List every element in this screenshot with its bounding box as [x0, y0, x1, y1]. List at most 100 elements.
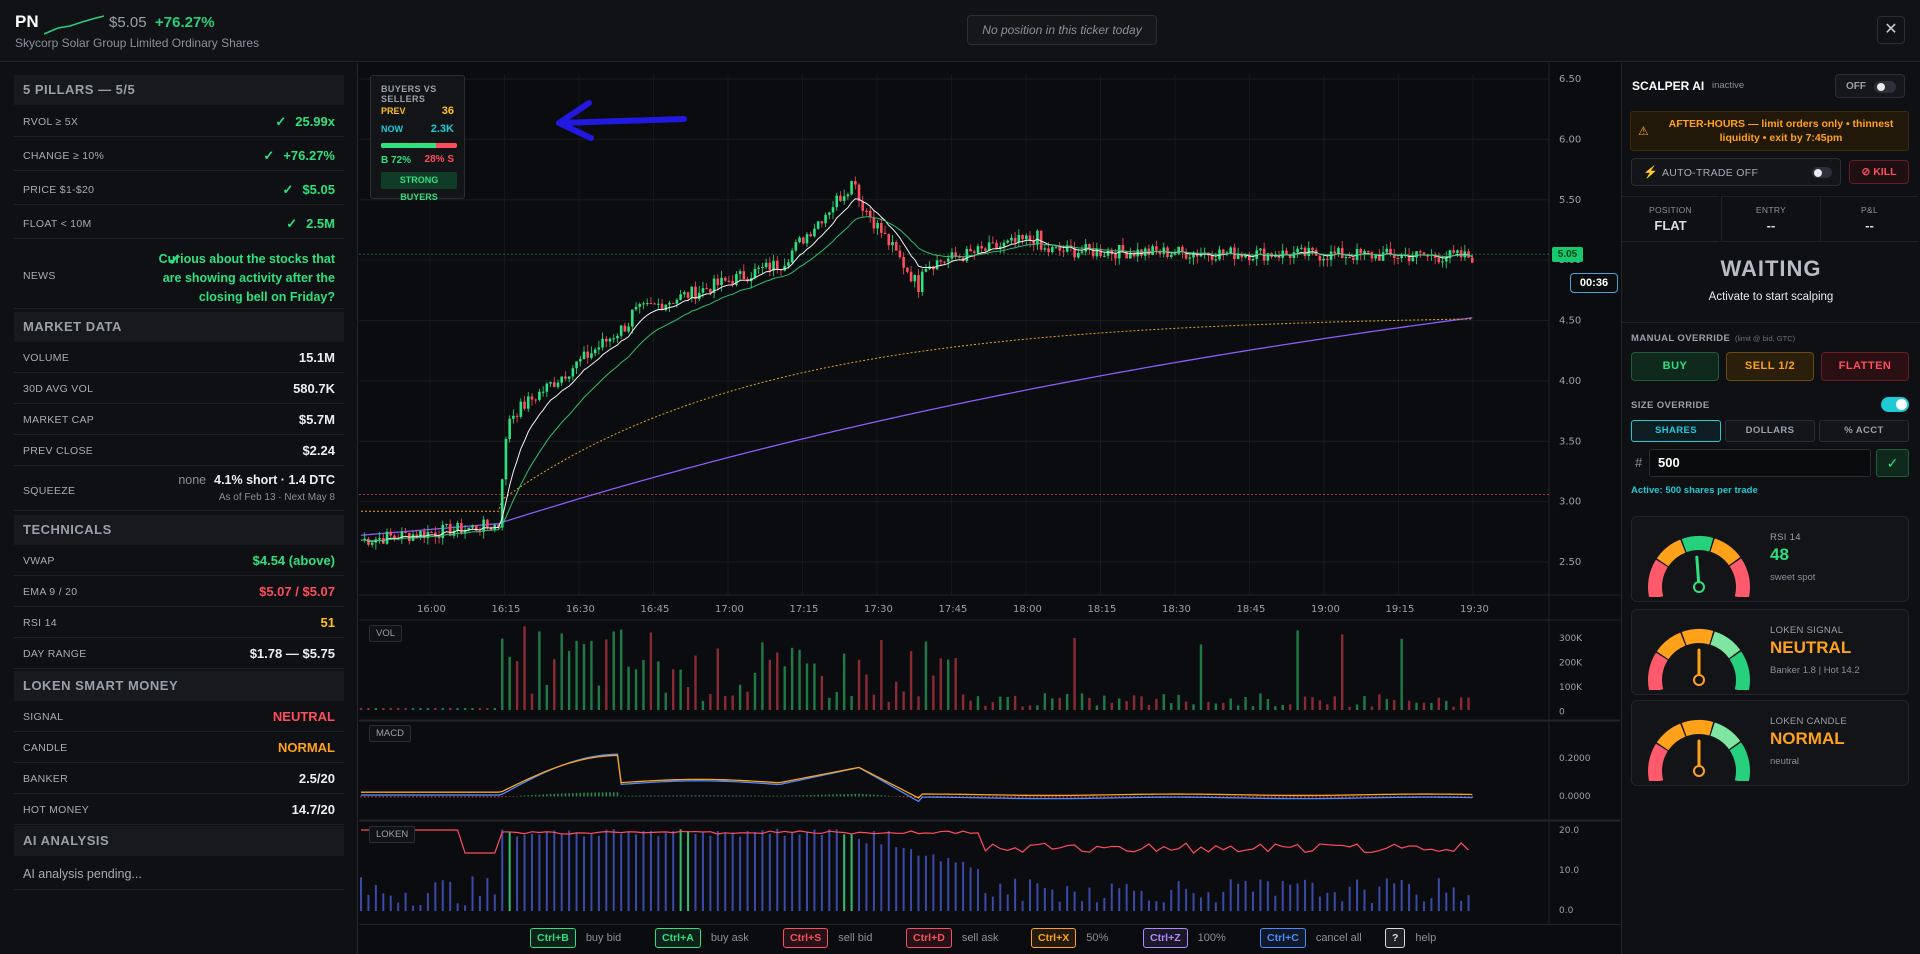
candle-body — [891, 242, 894, 246]
check-icon: ✓ — [282, 182, 294, 197]
shortcut-key[interactable]: Ctrl+X — [1031, 928, 1077, 948]
time-tick-label: 19:30 — [1460, 604, 1489, 615]
tab-dollars[interactable]: DOLLARS — [1725, 420, 1815, 442]
shortcut-item[interactable]: Ctrl+Z 100% — [1143, 928, 1226, 950]
kill-button[interactable]: ⊘ KILL — [1849, 160, 1909, 184]
macd-hist-bar — [594, 792, 596, 797]
volume-bar — [939, 658, 942, 710]
shortcut-item[interactable]: Ctrl+C cancel all — [1260, 928, 1362, 950]
shortcut-key[interactable]: Ctrl+D — [906, 928, 952, 948]
macd-hist-bar — [412, 796, 414, 798]
candle-body — [1444, 258, 1448, 262]
macd-hist-bar — [664, 795, 667, 797]
loken-bar — [1058, 901, 1061, 911]
candle-body — [1411, 257, 1415, 262]
shortcut-key[interactable]: Ctrl+S — [783, 928, 829, 948]
shortcut-item[interactable]: Ctrl+X 50% — [1031, 928, 1108, 950]
shortcut-item[interactable]: Ctrl+S sell bid — [783, 928, 872, 950]
flatten-button[interactable]: FLATTEN — [1821, 352, 1909, 381]
shortcut-action: sell bid — [838, 932, 873, 944]
news-headline[interactable]: Curious about the stocks that are showin… — [145, 250, 335, 307]
volume-bar — [1385, 698, 1388, 710]
tab-shares[interactable]: SHARES — [1631, 420, 1721, 442]
auto-trade-toggle[interactable]: ⚡ AUTO-TRADE OFF — [1631, 158, 1841, 186]
loken-bar — [976, 868, 979, 911]
volume-bar — [426, 708, 430, 710]
tab-pct-account[interactable]: % ACCT — [1819, 420, 1909, 442]
loken-bar — [1252, 891, 1254, 911]
toggle-switch[interactable] — [1874, 81, 1896, 93]
shortcut-key[interactable]: Ctrl+B — [530, 928, 576, 948]
price-chart[interactable]: 6.506.005.505.004.504.003.503.002.5016:0… — [359, 63, 1620, 924]
candle-body — [958, 256, 961, 258]
gauge-hub — [1693, 674, 1705, 686]
macd-hist-bar — [854, 793, 857, 797]
section-pillars-title: 5 PILLARS — 5/5 — [14, 75, 344, 105]
loken-bar — [635, 834, 638, 911]
macd-hist-bar — [791, 795, 793, 797]
market-label: PREV CLOSE — [23, 445, 94, 457]
size-override-toggle[interactable] — [1881, 397, 1909, 412]
confirm-quantity-button[interactable]: ✓ — [1876, 449, 1909, 477]
macd-hist-bar — [642, 795, 645, 797]
shortcut-item[interactable]: Ctrl+B buy bid — [530, 928, 621, 950]
close-icon: ✕ — [1884, 21, 1898, 38]
loken-bar — [783, 835, 786, 911]
gauge-card: LOKEN SIGNAL NEUTRAL Banker 1.8 | Hot 14.2 — [1631, 609, 1909, 695]
volume-bar — [374, 708, 378, 710]
macd-hist-bar — [638, 795, 641, 797]
kill-label: KILL — [1873, 166, 1897, 178]
macd-hist-bar — [720, 795, 723, 797]
macd-hist-bar — [757, 795, 760, 797]
scalper-off-toggle[interactable]: OFF — [1835, 74, 1905, 98]
candle-body — [898, 250, 902, 258]
macd-hist-bar — [1018, 796, 1020, 798]
macd-hist-bar — [1070, 796, 1072, 798]
gauge-arc-segment — [1681, 720, 1714, 737]
loken-bar — [516, 836, 519, 911]
loken-bar — [583, 836, 585, 911]
quantity-input[interactable]: 500 — [1649, 449, 1871, 477]
close-button[interactable]: ✕ — [1877, 16, 1905, 44]
loken-bar — [672, 831, 675, 911]
macd-hist-bar — [475, 796, 478, 798]
macd-hist-bar — [839, 794, 842, 797]
candle-body — [1281, 250, 1285, 258]
sell-half-button[interactable]: SELL 1/2 — [1726, 352, 1814, 381]
technicals-value: 51 — [320, 615, 335, 630]
toggle-switch[interactable] — [1812, 167, 1832, 178]
shortcut-key[interactable]: ? — [1385, 928, 1406, 948]
loken-bar — [1356, 879, 1359, 911]
macd-hist-bar — [1296, 796, 1299, 798]
candle-body — [727, 280, 731, 282]
gauge-title: RSI 14 — [1770, 532, 1801, 543]
loken-bar — [887, 831, 890, 911]
macd-hist-bar — [586, 792, 589, 797]
shortcut-item[interactable]: Ctrl+A buy ask — [655, 928, 749, 950]
macd-hist-bar — [601, 792, 604, 797]
shortcut-item[interactable]: Ctrl+D sell ask — [906, 928, 999, 950]
shortcut-item[interactable]: ? help — [1385, 928, 1436, 950]
candle-body — [764, 262, 768, 268]
buyers-vs-sellers-panel: BUYERS VS SELLERS PREV 36 NOW 2.3K B 72%… — [370, 75, 465, 202]
loken-bar — [701, 832, 704, 911]
buy-button[interactable]: BUY — [1631, 352, 1719, 381]
macd-hist-bar — [1289, 796, 1291, 798]
macd-hist-bar — [1307, 796, 1310, 798]
candle-body — [1080, 251, 1084, 253]
shortcut-key[interactable]: Ctrl+A — [655, 928, 701, 948]
volume-bar — [865, 674, 868, 710]
shortcut-key[interactable]: Ctrl+C — [1260, 928, 1306, 948]
volume-bar — [396, 708, 400, 710]
candle-body — [1151, 246, 1154, 255]
macd-hist-bar — [880, 795, 883, 797]
loken-row: HOT MONEY 14.7/20 — [14, 794, 344, 825]
macd-hist-bar — [1077, 796, 1080, 798]
volume-bar — [1333, 696, 1336, 710]
shortcut-key[interactable]: Ctrl+Z — [1143, 928, 1188, 948]
gauge-arc-segment — [1648, 652, 1668, 690]
news-row[interactable]: NEWS ✓ Curious about the stocks that are… — [14, 242, 344, 309]
volume-bar — [1118, 698, 1121, 710]
loken-bar — [530, 833, 533, 911]
candle-body — [404, 531, 407, 533]
